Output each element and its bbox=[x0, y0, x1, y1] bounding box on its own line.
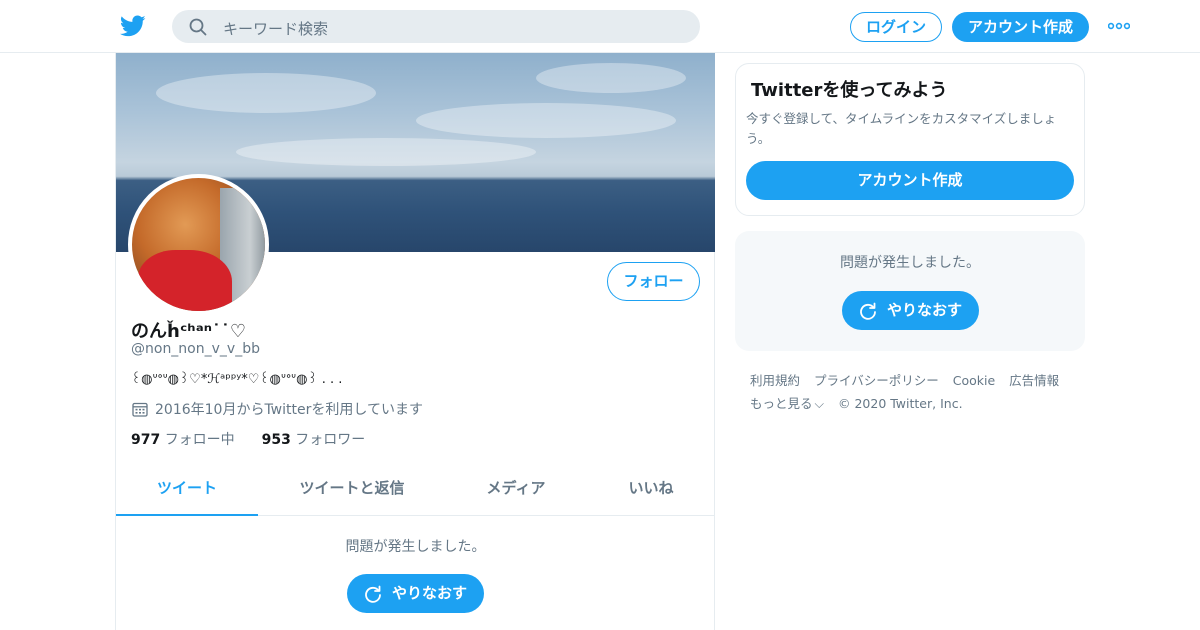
tab-tweets-replies[interactable]: ツイートと返信 bbox=[258, 461, 446, 516]
profile-bio: ꒰◍ᐡᐤᐡ◍꒱♡*ℋᵃᵖᵖʸ*♡꒰◍ᐡᐤᐡ◍꒱ . . . bbox=[131, 372, 343, 387]
calendar-icon bbox=[132, 402, 148, 417]
retry-label: やりなおす bbox=[392, 584, 468, 602]
search-placeholder: キーワード検索 bbox=[223, 20, 329, 38]
footer-links: 利用規約 プライバシーポリシー Cookie 広告情報 もっと見る ⌵ © 202… bbox=[750, 369, 1080, 415]
follow-button[interactable]: フォロー bbox=[607, 262, 700, 301]
footer-link-privacy[interactable]: プライバシーポリシー bbox=[814, 373, 939, 388]
joined-text: 2016年10月からTwitterを利用しています bbox=[155, 402, 423, 418]
followers-count[interactable]: 953 bbox=[262, 432, 291, 448]
sidebar-error-message: 問題が発生しました。 bbox=[840, 255, 980, 271]
search-icon bbox=[189, 18, 207, 36]
signup-card-title: Twitterを使ってみよう bbox=[751, 80, 948, 101]
profile-tabs: ツイート ツイートと返信 メディア いいね bbox=[116, 461, 715, 516]
following-count[interactable]: 977 bbox=[131, 432, 160, 448]
signup-card: Twitterを使ってみよう 今すぐ登録して、タイムラインをカスタマイズしましょ… bbox=[735, 63, 1085, 216]
profile-handle[interactable]: @non_non_v_v_bb bbox=[131, 341, 260, 357]
refresh-icon bbox=[365, 585, 381, 603]
retry-label: やりなおす bbox=[887, 301, 963, 319]
timeline-error-message: 問題が発生しました。 bbox=[345, 539, 486, 555]
tab-tweets[interactable]: ツイート bbox=[116, 461, 258, 516]
tab-likes[interactable]: いいね bbox=[586, 461, 716, 516]
signup-card-button[interactable]: アカウント作成 bbox=[746, 161, 1074, 200]
footer-more-link[interactable]: もっと見る ⌵ bbox=[750, 396, 824, 411]
refresh-icon bbox=[860, 302, 876, 320]
profile-stats: 977 フォロー中 953 フォロワー bbox=[131, 429, 365, 449]
footer-more-label: もっと見る bbox=[750, 396, 813, 411]
sidebar-retry-button[interactable]: やりなおす bbox=[842, 291, 979, 330]
sidebar-error-box: 問題が発生しました。 やりなおす bbox=[735, 231, 1085, 351]
top-navigation-bar: キーワード検索 ログイン アカウント作成 bbox=[0, 0, 1200, 53]
signup-card-subtitle: 今すぐ登録して、タイムラインをカスタマイズしましょう。 bbox=[746, 111, 1057, 146]
footer-link-ads[interactable]: 広告情報 bbox=[1009, 373, 1059, 388]
twitter-bird-icon[interactable] bbox=[119, 13, 147, 39]
footer-link-terms[interactable]: 利用規約 bbox=[750, 373, 800, 388]
avatar[interactable] bbox=[128, 174, 269, 315]
followers-label[interactable]: フォロワー bbox=[295, 432, 365, 448]
more-dots-icon[interactable] bbox=[1108, 22, 1130, 30]
following-label[interactable]: フォロー中 bbox=[165, 432, 235, 448]
login-button[interactable]: ログイン bbox=[850, 12, 942, 42]
footer-copyright: © 2020 Twitter, Inc. bbox=[837, 396, 963, 411]
chevron-down-icon: ⌵ bbox=[814, 396, 824, 411]
profile-column: フォロー のんȟᶜʰᵃⁿ˙˙♡ @non_non_v_v_bb ꒰◍ᐡᐤᐡ◍꒱♡… bbox=[115, 53, 715, 630]
profile-name: のんȟᶜʰᵃⁿ˙˙♡ bbox=[131, 321, 247, 342]
footer-link-cookie[interactable]: Cookie bbox=[953, 373, 995, 388]
search-input[interactable]: キーワード検索 bbox=[172, 10, 700, 43]
tab-media[interactable]: メディア bbox=[446, 461, 586, 516]
signup-button[interactable]: アカウント作成 bbox=[952, 12, 1089, 42]
timeline-retry-button[interactable]: やりなおす bbox=[347, 574, 484, 613]
